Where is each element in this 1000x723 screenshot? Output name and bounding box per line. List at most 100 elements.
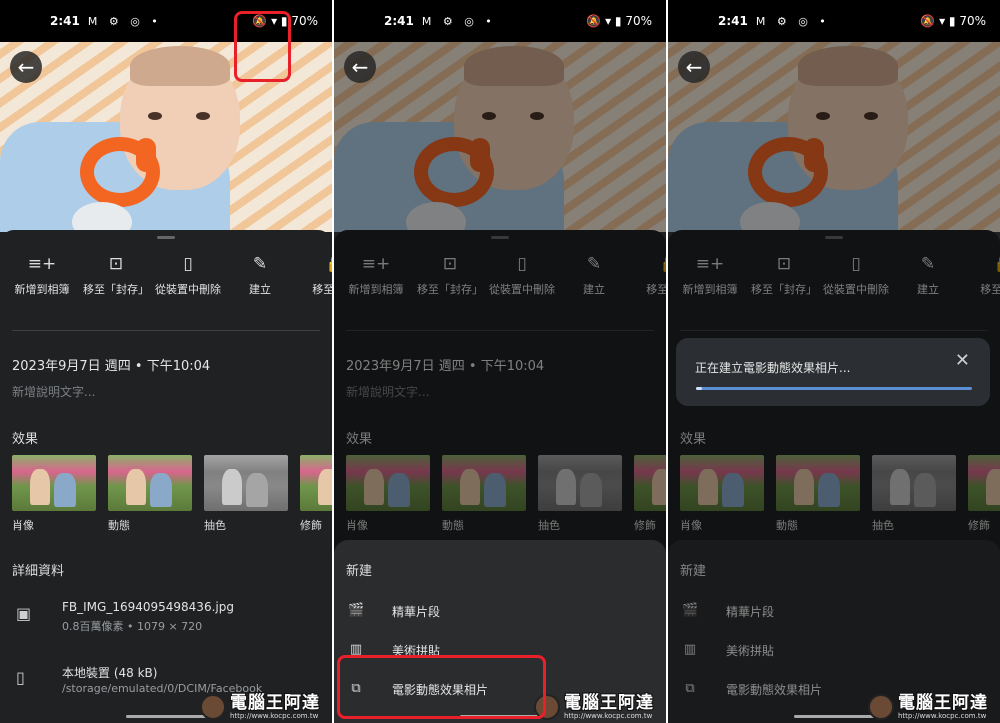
photo-date: 2023年9月7日 週四 • 下午10:04	[12, 359, 211, 374]
effect-portrait[interactable]: 肖像	[12, 455, 96, 533]
description-input[interactable]: 新增說明文字...	[346, 383, 429, 400]
photo-preview	[668, 42, 1000, 232]
sheet-drag-handle[interactable]	[157, 236, 175, 239]
cinematic-icon: ⧉	[685, 681, 695, 696]
progress-fill	[696, 387, 702, 390]
close-icon[interactable]: ✕	[955, 350, 970, 371]
toast-text: 正在建立電影動態效果相片...	[695, 361, 851, 375]
collage-icon: ▥	[683, 642, 697, 657]
move-to-locked-button[interactable]: 🔒移至 的資	[964, 250, 1000, 297]
screen-panel-details: 2:41 M ⚙ ◎ • 🔕 ▾ ▮ 70% ← ≡+ 新增到相簿 ⊡ 移至「封…	[0, 0, 332, 723]
back-arrow-icon[interactable]: ←	[344, 51, 376, 83]
watermark: 電腦王阿達 http://www.kocpc.com.tw	[534, 694, 654, 720]
screen-panel-create-menu: 2:41 M ⚙ ◎ • 🔕 ▾ ▮ 70% ← ≡+ 新增到相簿 ⊡ 移至「封存」…	[334, 0, 666, 723]
create-button[interactable]: ✎ 建立	[220, 250, 300, 297]
divider	[12, 330, 320, 331]
delete-from-device-button[interactable]: ▯ 從裝置中刪除	[148, 250, 228, 297]
effects-carousel: 肖像 動態 抽色 修飾	[680, 455, 1000, 535]
back-arrow-icon[interactable]: ←	[10, 51, 42, 83]
delete-from-device-button[interactable]: ▯ 從裝置中刪除	[482, 250, 562, 297]
add-to-album-button[interactable]: ≡+ 新增到相簿	[336, 250, 416, 297]
effect-retouch[interactable]: 修飾	[300, 455, 332, 533]
menu-item-highlight-video[interactable]: 🎬 精華片段	[334, 597, 666, 627]
archive-button[interactable]: ⊡ 移至「封存」	[76, 250, 156, 297]
archive-icon: ⊡	[442, 254, 458, 274]
move-to-locked-button[interactable]: 🔒 移至 的資	[296, 250, 332, 297]
move-to-locked-button[interactable]: 🔒移至 的資	[630, 250, 666, 297]
image-icon: ▣	[16, 604, 32, 623]
device-delete-icon: ▯	[183, 254, 193, 274]
effects-title: 效果	[346, 432, 373, 447]
playlist-add-icon: ≡+	[27, 254, 57, 274]
effect-color-pop[interactable]: 抽色	[538, 455, 622, 533]
effect-color-pop[interactable]: 抽色	[872, 455, 956, 533]
create-button[interactable]: ✎ 建立	[554, 250, 634, 297]
effects-carousel: 肖像 動態 抽色 修飾	[346, 455, 666, 535]
create-button[interactable]: ✎ 建立	[888, 250, 968, 297]
clapperboard-icon: 🎬	[348, 603, 365, 618]
phone-icon: ▯	[16, 668, 25, 687]
description-input[interactable]: 新增說明文字...	[12, 383, 95, 400]
effect-retouch[interactable]: 修飾	[968, 455, 1000, 533]
effect-portrait[interactable]: 肖像	[680, 455, 764, 533]
action-row: ≡+新增到相簿 ⊡移至「封存」 ▯從裝置中刪除 ✎建立 🔒移至 的資	[668, 250, 1000, 330]
lock-icon: 🔒	[964, 250, 1000, 278]
delete-from-device-button[interactable]: ▯ 從裝置中刪除	[816, 250, 896, 297]
effect-color-pop[interactable]: 抽色	[204, 455, 288, 533]
file-meta: 0.8百萬像素 • 1079 × 720	[62, 620, 203, 633]
photo-preview	[334, 42, 666, 232]
playlist-add-icon: ≡+	[361, 254, 391, 274]
status-bar: 2:41 M ⚙ ◎ • 🔕 ▾ ▮ 70%	[668, 0, 1000, 42]
watermark-face-icon	[200, 694, 226, 720]
archive-button[interactable]: ⊡ 移至「封存」	[410, 250, 490, 297]
lock-icon: 🔒	[296, 250, 332, 278]
effect-motion[interactable]: 動態	[776, 455, 860, 533]
divider	[346, 330, 654, 331]
add-to-album-button[interactable]: ≡+ 新增到相簿	[2, 250, 82, 297]
device-delete-icon: ▯	[517, 254, 527, 274]
watermark: 電腦王阿達 http://www.kocpc.com.tw	[868, 694, 988, 720]
back-arrow-icon[interactable]: ←	[678, 51, 710, 83]
device-delete-icon: ▯	[851, 254, 861, 274]
lock-icon: 🔒	[630, 250, 666, 278]
brush-icon: ✎	[920, 254, 936, 274]
clapperboard-icon: 🎬	[682, 603, 699, 618]
gesture-bar	[126, 715, 206, 718]
effect-motion[interactable]: 動態	[108, 455, 192, 533]
archive-icon: ⊡	[776, 254, 792, 274]
playlist-add-icon: ≡+	[695, 254, 725, 274]
highlight-cinematic-item	[337, 655, 546, 719]
effect-motion[interactable]: 動態	[442, 455, 526, 533]
file-info-row: ▣ FB_IMG_1694095498436.jpg 0.8百萬像素 • 107…	[12, 600, 332, 640]
effects-title: 效果	[12, 432, 39, 447]
photo-date: 2023年9月7日 週四 • 下午10:04	[346, 359, 545, 374]
archive-button[interactable]: ⊡ 移至「封存」	[744, 250, 824, 297]
create-menu-title: 新建	[680, 564, 707, 579]
sheet-drag-handle[interactable]	[491, 236, 509, 239]
brush-icon: ✎	[586, 254, 602, 274]
highlight-create-button	[234, 11, 291, 82]
effect-portrait[interactable]: 肖像	[346, 455, 430, 533]
divider	[680, 330, 988, 331]
info-sheet: ≡+ 新增到相簿 ⊡ 移至「封存」 ▯ 從裝置中刪除 ✎ 建立 🔒 移至 的資 …	[0, 230, 332, 723]
progress-bar	[696, 387, 972, 390]
effects-title: 效果	[680, 432, 707, 447]
action-row: ≡+新增到相簿 ⊡移至「封存」 ▯從裝置中刪除 ✎建立 🔒移至 的資	[334, 250, 667, 330]
status-time: 2:41	[50, 14, 80, 28]
effect-retouch[interactable]: 修飾	[634, 455, 666, 533]
sheet-drag-handle[interactable]	[825, 236, 843, 239]
watermark: 電腦王阿達 http://www.kocpc.com.tw	[200, 694, 320, 720]
creating-progress-toast: 正在建立電影動態效果相片... ✕	[676, 338, 990, 406]
menu-item-collage[interactable]: ▥ 美術拼貼	[668, 636, 1000, 666]
details-title: 詳細資料	[12, 564, 65, 579]
watermark-face-icon	[868, 694, 894, 720]
add-to-album-button[interactable]: ≡+ 新增到相簿	[670, 250, 750, 297]
effects-carousel: 肖像 動態 抽色 修飾	[12, 455, 332, 535]
menu-item-highlight-video[interactable]: 🎬 精華片段	[668, 597, 1000, 627]
gesture-bar	[794, 715, 874, 718]
storage-name: 本地裝置 (48 kB)	[62, 666, 158, 680]
status-bar: 2:41 M ⚙ ◎ • 🔕 ▾ ▮ 70%	[334, 0, 666, 42]
archive-icon: ⊡	[108, 254, 124, 274]
action-row: ≡+ 新增到相簿 ⊡ 移至「封存」 ▯ 從裝置中刪除 ✎ 建立 🔒 移至 的資	[0, 250, 333, 330]
create-menu-title: 新建	[346, 564, 373, 579]
